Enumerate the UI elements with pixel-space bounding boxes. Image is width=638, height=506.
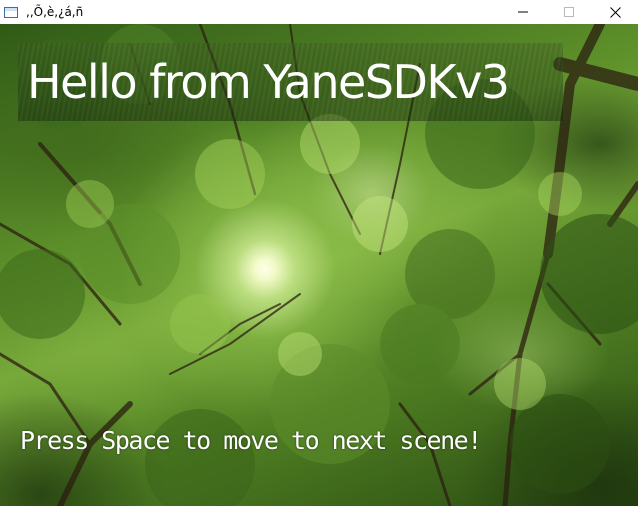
close-button[interactable] [592,0,638,24]
banner-title: Hello from YaneSDKv3 [27,55,510,109]
minimize-icon [518,11,528,13]
title-bar[interactable]: ,,Õ,è,¿á,ñ [0,0,638,24]
app-window: ,,Õ,è,¿á,ñ Hello from YaneSDKv3 Press Sp… [0,0,638,506]
window-controls [500,0,638,24]
maximize-icon [564,7,574,17]
next-scene-prompt: Press Space to move to next scene! [20,426,482,455]
minimize-button[interactable] [500,0,546,24]
title-banner: Hello from YaneSDKv3 [18,43,563,121]
close-icon [609,6,621,18]
window-title: ,,Õ,è,¿á,ñ [26,5,84,19]
app-window-icon [4,6,18,18]
game-canvas[interactable]: Hello from YaneSDKv3 Press Space to move… [0,24,638,506]
maximize-button [546,0,592,24]
